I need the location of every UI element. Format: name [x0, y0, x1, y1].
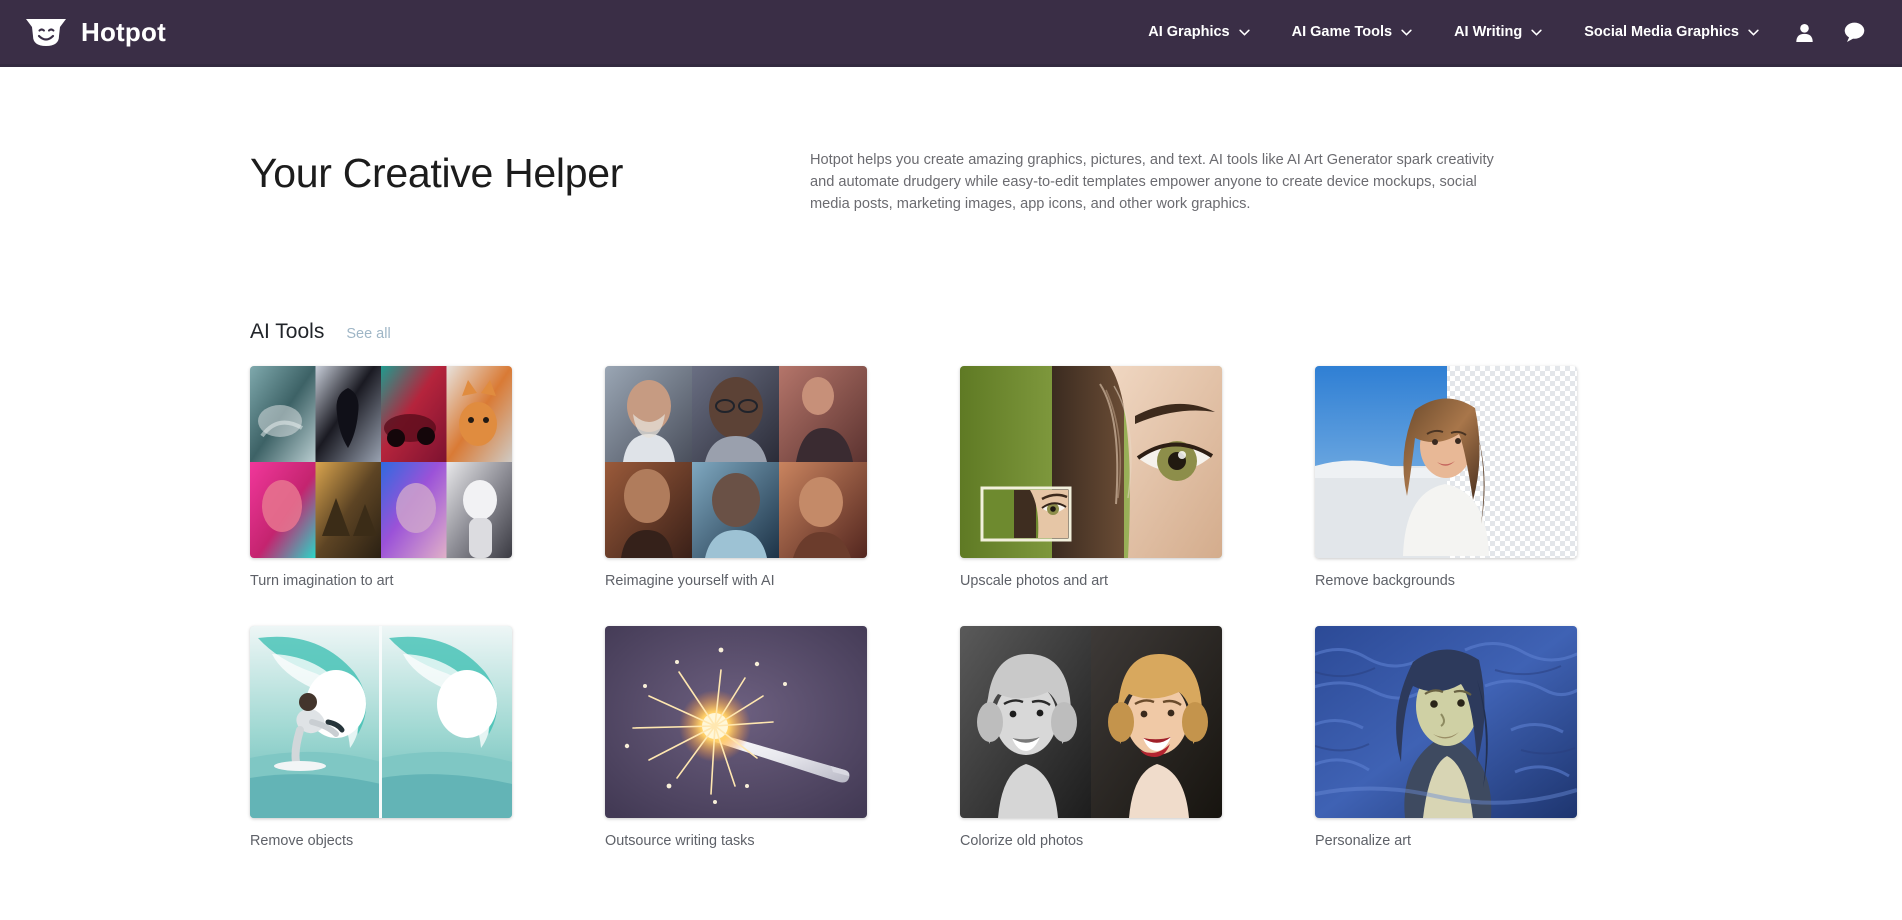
hero-description: Hotpot helps you create amazing graphics…	[810, 149, 1510, 216]
user-profile-icon	[1794, 22, 1815, 43]
ai-art-grid-thumbnail	[250, 366, 512, 558]
tool-card-caption: Remove objects	[250, 832, 512, 851]
portrait-transparent-bg-thumbnail	[1315, 366, 1577, 558]
bw-color-portrait-thumbnail	[960, 626, 1222, 818]
page-title: Your Creative Helper	[250, 149, 810, 216]
chevron-down-icon	[1748, 29, 1759, 36]
tool-card-caption: Upscale photos and art	[960, 572, 1222, 591]
tool-card-caption: Personalize art	[1315, 832, 1577, 851]
ai-tools-grid: Turn imagination to art	[250, 366, 1650, 851]
tool-card-colorize-old-photos[interactable]: Colorize old photos	[960, 626, 1222, 851]
tool-card-outsource-writing-tasks[interactable]: Outsource writing tasks	[605, 626, 867, 851]
nav-item-label: AI Writing	[1454, 24, 1522, 40]
chat-bubble-icon	[1843, 21, 1866, 43]
tool-card-caption: Colorize old photos	[960, 832, 1222, 851]
brand-name: Hotpot	[81, 17, 166, 48]
nav-item-label: AI Graphics	[1148, 24, 1229, 40]
tool-card-turn-imagination-to-art[interactable]: Turn imagination to art	[250, 366, 512, 591]
tool-card-remove-backgrounds[interactable]: Remove backgrounds	[1315, 366, 1577, 591]
tool-card-upscale-photos-and-art[interactable]: Upscale photos and art	[960, 366, 1222, 591]
chevron-down-icon	[1531, 29, 1542, 36]
tool-card-remove-objects[interactable]: Remove objects	[250, 626, 512, 851]
tool-card-caption: Reimagine yourself with AI	[605, 572, 867, 591]
surfer-wave-beforeafter-thumbnail	[250, 626, 512, 818]
see-all-link[interactable]: See all	[346, 326, 390, 342]
hero-section: Your Creative Helper Hotpot helps you cr…	[0, 149, 1902, 216]
nav-item-ai-writing[interactable]: AI Writing	[1433, 24, 1563, 40]
brand-logo[interactable]: Hotpot	[24, 16, 166, 48]
top-navigation-bar: Hotpot AI Graphics AI Game Tools AI Writ…	[0, 0, 1902, 67]
sparkler-pen-thumbnail	[605, 626, 867, 818]
tool-card-reimagine-yourself-with-ai[interactable]: Reimagine yourself with AI	[605, 366, 867, 591]
nav-item-ai-game-tools[interactable]: AI Game Tools	[1271, 24, 1433, 40]
nav-item-label: Social Media Graphics	[1584, 24, 1739, 40]
tool-card-personalize-art[interactable]: Personalize art	[1315, 626, 1577, 851]
chevron-down-icon	[1401, 29, 1412, 36]
tool-card-caption: Outsource writing tasks	[605, 832, 867, 851]
hotpot-smiling-pot-icon	[24, 16, 68, 48]
nav-item-ai-graphics[interactable]: AI Graphics	[1127, 24, 1270, 40]
tool-card-caption: Remove backgrounds	[1315, 572, 1577, 591]
chat-button[interactable]	[1829, 21, 1880, 43]
tool-card-caption: Turn imagination to art	[250, 572, 512, 591]
chevron-down-icon	[1239, 29, 1250, 36]
main-nav: AI Graphics AI Game Tools AI Writing Soc…	[1127, 21, 1902, 43]
ai-portrait-grid-thumbnail	[605, 366, 867, 558]
nav-item-label: AI Game Tools	[1292, 24, 1392, 40]
account-button[interactable]	[1780, 22, 1829, 43]
mona-lisa-starry-night-thumbnail	[1315, 626, 1577, 818]
section-title: AI Tools	[250, 320, 324, 344]
nav-item-social-media-graphics[interactable]: Social Media Graphics	[1563, 24, 1780, 40]
ai-tools-section-header: AI Tools See all	[250, 320, 1902, 344]
eye-closeup-upscale-thumbnail	[960, 366, 1222, 558]
